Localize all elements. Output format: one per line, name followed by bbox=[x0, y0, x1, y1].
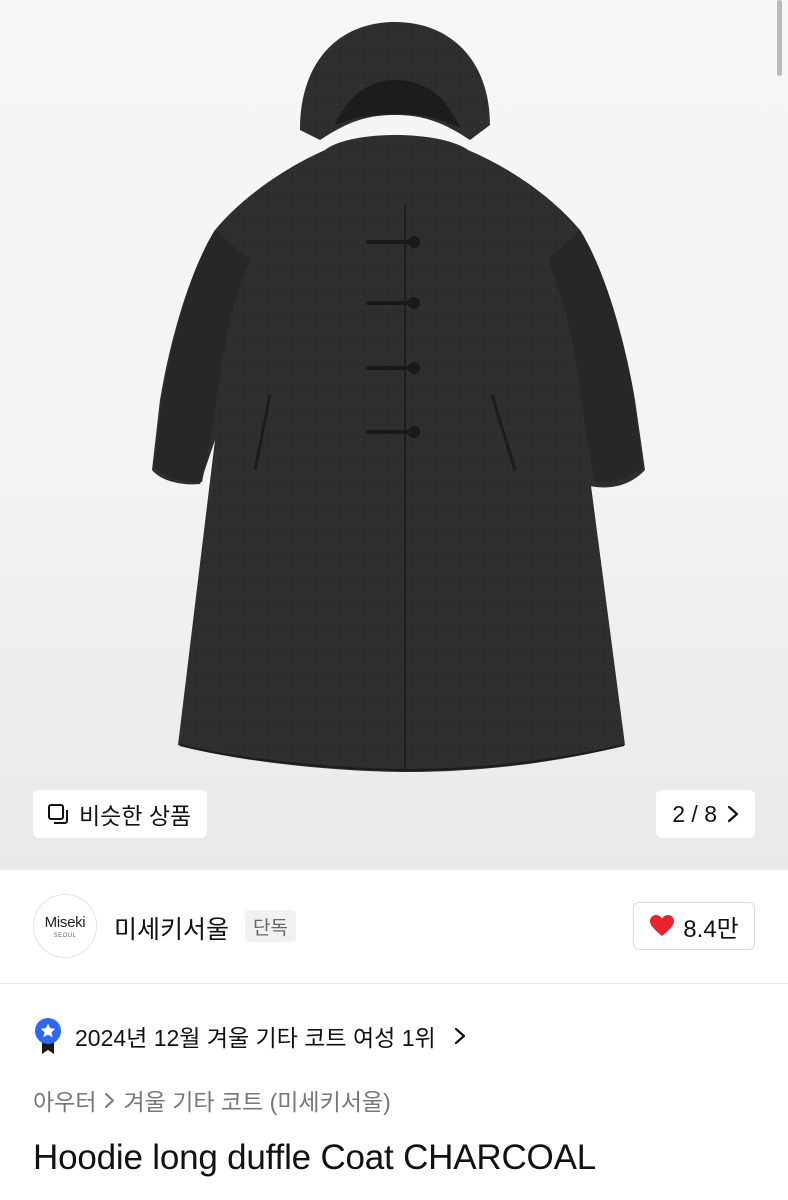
ranking-text: 2024년 12월 겨울 기타 코트 여성 1위 bbox=[75, 1025, 436, 1051]
chevron-right-icon bbox=[727, 805, 739, 823]
similar-products-icon bbox=[48, 804, 68, 824]
image-pager-text: 2 / 8 bbox=[672, 800, 717, 827]
like-count: 8.4만 bbox=[683, 915, 739, 943]
breadcrumb-parent[interactable]: 아우터 bbox=[33, 1083, 96, 1117]
like-button[interactable]: 8.4만 bbox=[633, 902, 755, 950]
brand-name-link[interactable]: 미세키서울 bbox=[114, 910, 229, 946]
breadcrumb: 아우터 겨울 기타 코트 (미세키서울) bbox=[33, 1082, 391, 1118]
gallery-scrollbar[interactable] bbox=[777, 0, 782, 76]
chevron-right-icon bbox=[454, 1027, 465, 1045]
product-image-gallery[interactable]: 비슷한 상품 2 / 8 bbox=[0, 0, 788, 870]
brand-logo[interactable]: Miseki SEOUL bbox=[33, 894, 97, 958]
ranking-medal-icon bbox=[35, 1018, 61, 1054]
ranking-link[interactable]: 2024년 12월 겨울 기타 코트 여성 1위 bbox=[33, 1016, 466, 1056]
brand-logo-text: Miseki bbox=[44, 913, 86, 931]
breadcrumb-child[interactable]: 겨울 기타 코트 (미세키서울) bbox=[123, 1083, 390, 1117]
chevron-right-icon bbox=[105, 1092, 115, 1108]
image-pager-button[interactable]: 2 / 8 bbox=[656, 790, 755, 838]
heart-icon bbox=[650, 915, 675, 936]
similar-products-label: 비슷한 상품 bbox=[79, 803, 192, 829]
exclusive-badge: 단독 bbox=[245, 910, 296, 942]
brand-logo-subtext: SEOUL bbox=[53, 932, 77, 939]
brand-row: Miseki SEOUL 미세키서울 단독 8.4만 bbox=[0, 870, 788, 984]
product-image bbox=[152, 22, 645, 772]
product-title: Hoodie long duffle Coat CHARCOAL bbox=[33, 1138, 596, 1177]
similar-products-button[interactable]: 비슷한 상품 bbox=[33, 790, 208, 838]
